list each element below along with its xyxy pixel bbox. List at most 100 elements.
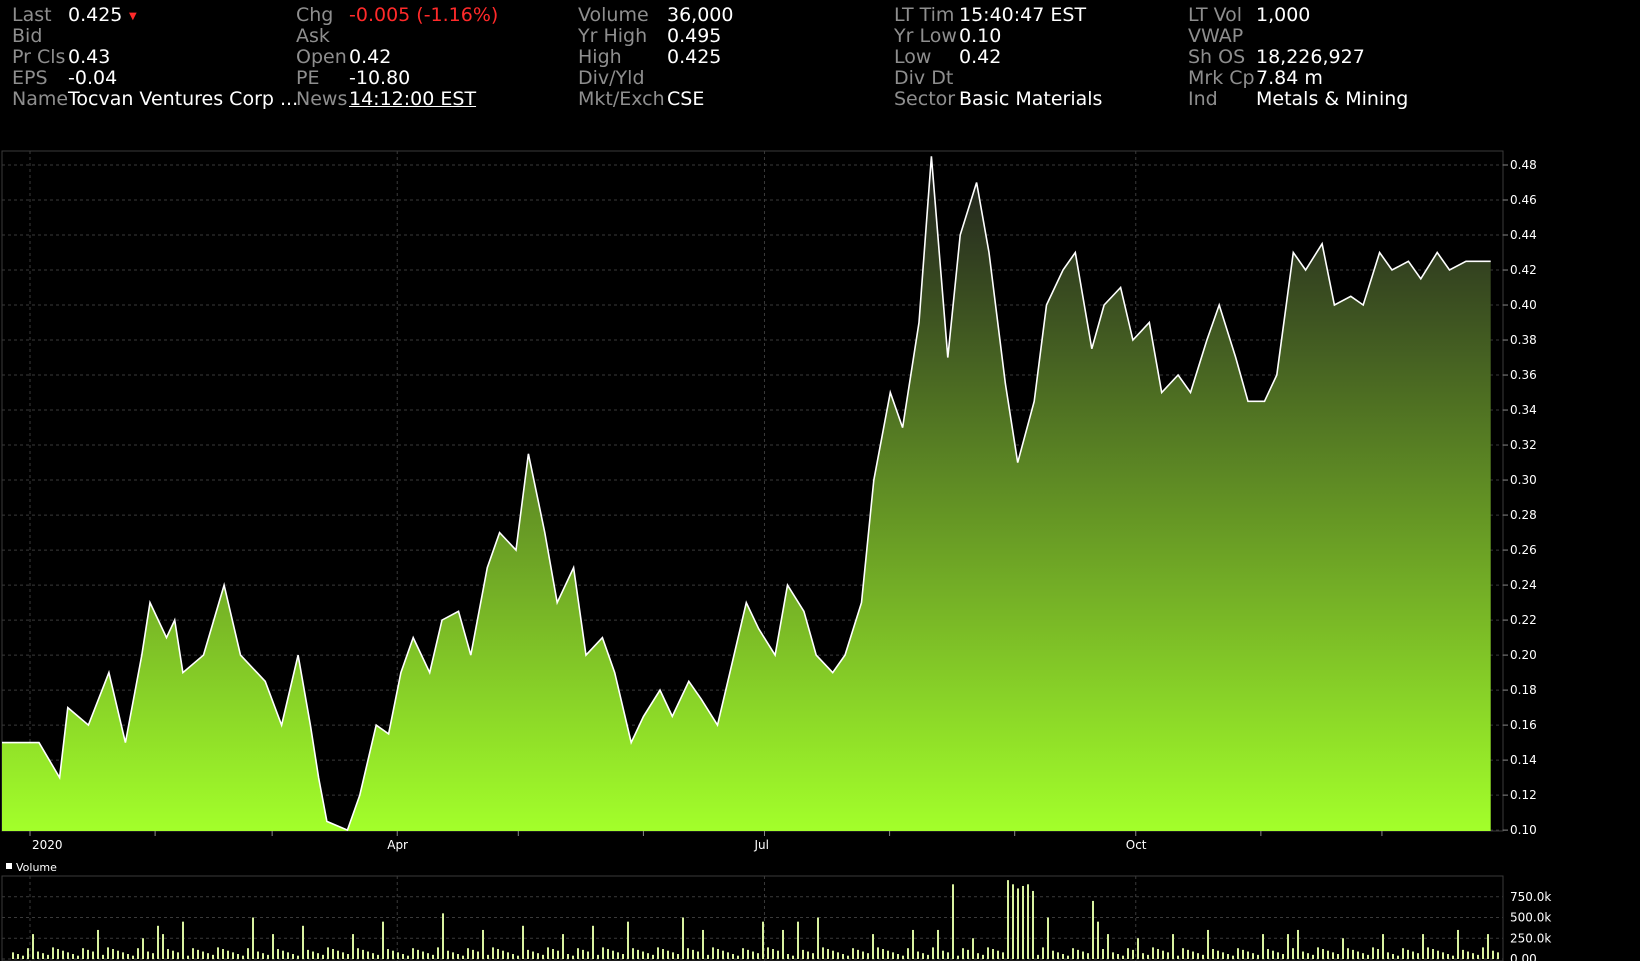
volume-bar [642,951,644,959]
volume-bar [722,950,724,959]
volume-bar [1412,951,1414,959]
volume-bar [127,954,129,959]
volume-bar [1467,951,1469,959]
volume-bar [767,947,769,959]
price-tick-label: 0.22 [1510,613,1537,627]
price-tick-label: 0.36 [1510,368,1537,382]
volume-bar [752,951,754,959]
volume-bar [797,921,799,959]
price-tick-label: 0.38 [1510,333,1537,347]
volume-bar [882,949,884,959]
volume-bar [967,949,969,959]
volume-bar [1142,953,1144,959]
volume-bar [22,955,24,959]
volume-bar [377,954,379,959]
volume-bar [1102,949,1104,959]
volume-bar [67,952,69,959]
volume-bar [1302,951,1304,959]
volume-bar [657,947,659,959]
volume-bar [382,921,384,959]
volume-tick-label: 250.0k [1510,931,1551,945]
volume-bar [107,947,109,959]
volume-bar [527,949,529,959]
price-chart-area[interactable]: 0.10 0.12 0.14 0.16 0.18 0.20 0.22 0.24 0.26 0.28… [0,0,1640,961]
volume-bar [632,948,634,959]
volume-bar [1122,955,1124,959]
volume-bar [1097,921,1099,959]
volume-bar [1017,888,1019,959]
volume-bar [87,949,89,959]
price-tick-label: 0.42 [1510,263,1537,277]
volume-bar [907,948,909,959]
volume-bar [692,949,694,959]
volume-bar [1337,954,1339,959]
volume-bar [457,954,459,959]
volume-bar [1437,950,1439,959]
volume-bar [567,954,569,959]
volume-bar [847,955,849,959]
volume-tick-label: 500.0k [1510,911,1551,925]
volume-bar [782,929,784,959]
volume-bar [732,954,734,959]
volume-bar [1342,938,1344,959]
volume-bar [482,929,484,959]
volume-bar [92,951,94,959]
volume-bar [917,951,919,959]
volume-bar [27,948,29,959]
x-tick-label: Apr [387,838,408,852]
volume-bar [842,954,844,959]
volume-bar [707,954,709,959]
volume-bar [472,949,474,959]
volume-bar [42,953,44,959]
volume-bar [217,947,219,959]
volume-bar [1282,954,1284,959]
volume-bar [1272,950,1274,959]
volume-bar [1207,929,1209,959]
volume-bar [142,938,144,959]
volume-bar [1172,934,1174,959]
volume-bar [1047,917,1049,959]
volume-bar [1147,954,1149,959]
volume-bar [757,953,759,959]
volume-bar [1237,948,1239,959]
volume-bar [157,925,159,959]
volume-bar [1187,949,1189,959]
volume-bar [327,947,329,959]
volume-bar [252,917,254,959]
volume-bar [317,953,319,959]
volume-bar [187,955,189,959]
volume-bar [72,954,74,959]
volume-bar [292,954,294,959]
volume-bar [1182,948,1184,959]
volume-bar [1267,949,1269,959]
volume-bar [62,950,64,959]
volume-bar [277,949,279,959]
volume-bar [1407,949,1409,959]
volume-series[interactable] [12,880,1499,959]
volume-bar [362,949,364,959]
volume-bar [547,947,549,959]
volume-bar [402,954,404,959]
volume-bar [837,952,839,959]
volume-bar [247,948,249,959]
volume-bar [1242,949,1244,959]
price-tick-label: 0.12 [1510,788,1537,802]
volume-bar [1042,947,1044,959]
volume-bar [1312,954,1314,959]
volume-bar [702,929,704,959]
volume-bar [877,947,879,959]
volume-bar [357,948,359,959]
volume-bar [1482,947,1484,959]
volume-bar [117,950,119,959]
volume-bar [792,955,794,959]
volume-bar [937,929,939,959]
volume-bar [1132,949,1134,959]
price-series[interactable] [2,156,1491,832]
price-tick-label: 0.30 [1510,473,1537,487]
volume-bar [647,953,649,959]
volume-bar [1387,952,1389,959]
volume-bar [802,949,804,959]
volume-bar [832,950,834,959]
volume-bar [1227,954,1229,959]
volume-bar [972,938,974,959]
